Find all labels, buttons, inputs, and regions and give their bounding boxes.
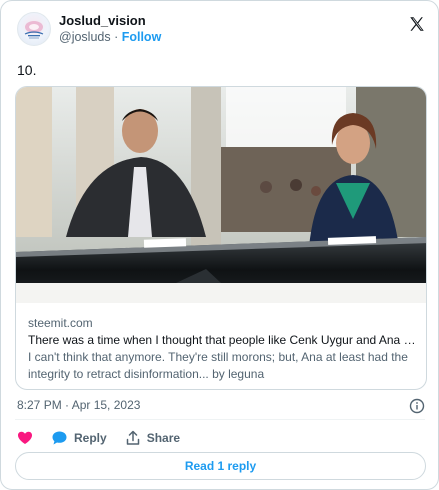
link-description: I can't think that anymore. They're stil… xyxy=(28,350,408,381)
reply-label: Reply xyxy=(74,431,107,445)
author-display-name[interactable]: Joslud_vision xyxy=(59,13,161,29)
author-names: Joslud_vision @josluds · Follow xyxy=(59,13,161,45)
avatar-logo-icon xyxy=(24,21,44,39)
follow-button[interactable]: Follow xyxy=(122,30,162,44)
reply-button[interactable]: Reply xyxy=(51,430,107,446)
read-replies-button[interactable]: Read 1 reply xyxy=(15,452,426,480)
share-label: Share xyxy=(146,431,181,445)
timestamp-row: 8:27 PM · Apr 15, 2023 xyxy=(17,398,425,414)
x-logo-icon[interactable] xyxy=(408,15,426,33)
author-handle-row: @josluds · Follow xyxy=(59,29,161,45)
share-arrow-icon xyxy=(126,430,139,445)
tweet-embed-card: Joslud_vision @josluds · Follow 10. stee… xyxy=(0,0,439,490)
author-handle[interactable]: @josluds xyxy=(59,30,111,44)
tweet-header: Joslud_vision @josluds · Follow xyxy=(17,11,161,47)
tweet-timestamp[interactable]: 8:27 PM · Apr 15, 2023 xyxy=(17,398,140,412)
link-domain: steemit.com xyxy=(28,316,93,330)
link-preview-info: steemit.com There was a time when I thou… xyxy=(28,315,420,383)
share-button[interactable]: Share xyxy=(125,430,180,446)
like-button[interactable] xyxy=(17,430,33,446)
speech-bubble-icon xyxy=(52,431,67,445)
info-icon[interactable] xyxy=(409,398,425,414)
tweet-actions: Reply Share xyxy=(17,429,198,447)
link-preview-card[interactable]: steemit.com There was a time when I thou… xyxy=(15,86,427,390)
avatar[interactable] xyxy=(17,12,51,46)
tweet-text: 10. xyxy=(17,62,37,78)
divider xyxy=(15,419,425,420)
link-preview-image[interactable] xyxy=(16,87,427,303)
handle-separator: · xyxy=(110,30,122,44)
heart-icon xyxy=(18,431,32,444)
link-title[interactable]: There was a time when I thought that peo… xyxy=(28,332,420,349)
